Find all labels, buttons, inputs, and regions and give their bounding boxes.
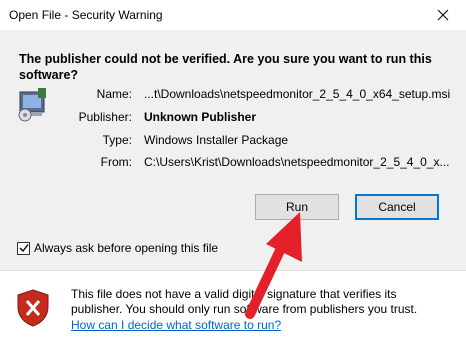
detail-row-publisher: Publisher: Unknown Publisher <box>0 110 466 126</box>
from-value: C:\Users\Krist\Downloads\netspeedmonitor… <box>144 155 450 169</box>
publisher-label: Publisher: <box>78 110 132 124</box>
checkmark-icon <box>19 244 29 253</box>
title-bar: Open File - Security Warning <box>0 0 466 30</box>
name-label: Name: <box>96 87 132 101</box>
security-warning-dialog: Open File - Security Warning The publish… <box>0 0 466 344</box>
type-label: Type: <box>102 133 132 147</box>
warning-heading: The publisher could not be verified. Are… <box>19 52 432 82</box>
detail-row-name: Name: ...t\Downloads\netspeedmonitor_2_5… <box>0 87 466 103</box>
help-link[interactable]: How can I decide what software to run? <box>71 318 281 332</box>
name-value: ...t\Downloads\netspeedmonitor_2_5_4_0_x… <box>144 87 451 101</box>
window-title: Open File - Security Warning <box>9 8 163 22</box>
always-ask-option[interactable]: Always ask before opening this file <box>17 240 218 256</box>
detail-row-from: From: C:\Users\Krist\Downloads\netspeedm… <box>0 155 466 171</box>
always-ask-checkbox[interactable] <box>17 241 30 255</box>
detail-row-type: Type: Windows Installer Package <box>0 133 466 149</box>
warning-footer: This file does not have a valid digital … <box>0 271 466 344</box>
from-label: From: <box>100 155 132 169</box>
cancel-button[interactable]: Cancel <box>355 194 439 220</box>
close-button[interactable] <box>420 0 466 30</box>
publisher-value: Unknown Publisher <box>144 110 257 124</box>
dialog-content: The publisher could not be verified. Are… <box>0 30 466 270</box>
type-value: Windows Installer Package <box>144 133 289 147</box>
shield-error-icon <box>17 289 49 327</box>
run-button[interactable]: Run <box>255 194 339 220</box>
close-icon <box>437 9 449 21</box>
footer-warning-text: This file does not have a valid digital … <box>71 287 418 316</box>
always-ask-label: Always ask before opening this file <box>34 241 219 255</box>
